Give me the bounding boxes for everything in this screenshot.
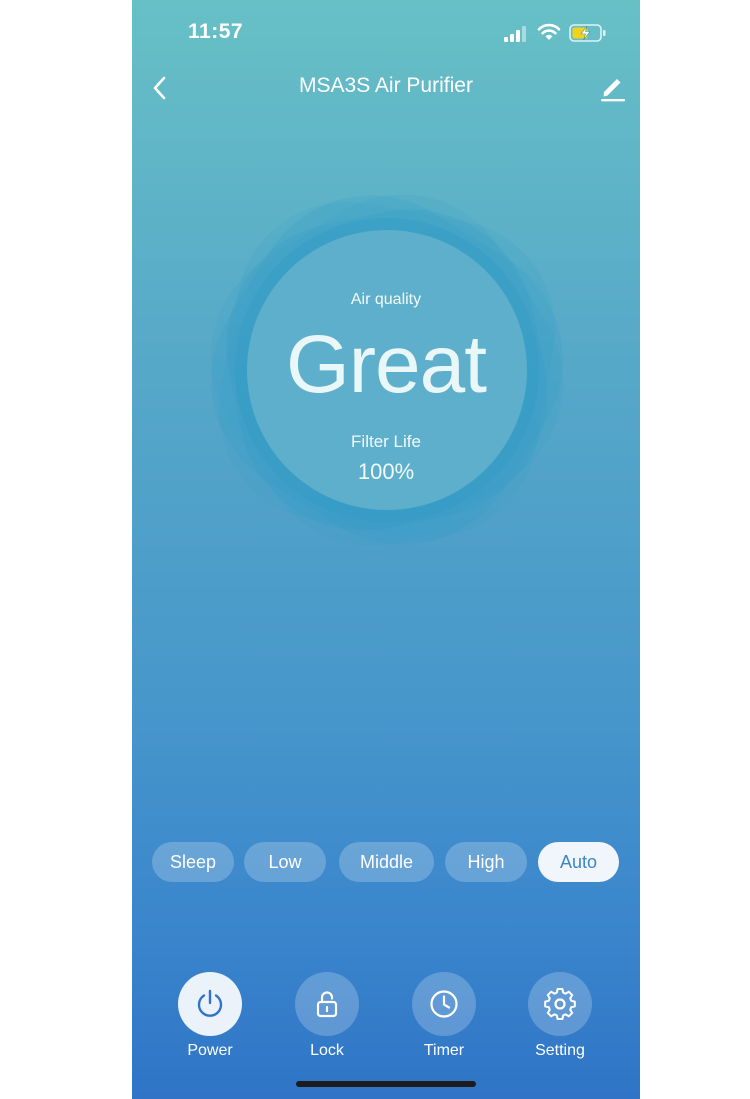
pencil-icon[interactable]	[598, 72, 628, 102]
power-label: Power	[187, 1042, 233, 1059]
setting-button-circle[interactable]	[528, 972, 592, 1036]
lock-button-circle[interactable]	[295, 972, 359, 1036]
app-screen: 11:57 MSA3S Air Purifier Air quality Gre…	[132, 0, 640, 1099]
mode-auto-button[interactable]: Auto	[538, 842, 619, 882]
wifi-icon	[537, 23, 561, 40]
nav-bar: MSA3S Air Purifier	[132, 66, 640, 110]
fan-mode-selector: Sleep Low Middle High Auto	[132, 842, 640, 884]
mode-low-button[interactable]: Low	[244, 842, 326, 882]
power-icon	[197, 989, 223, 1017]
bottom-controls: Power Lock Timer Setting	[132, 970, 640, 1070]
timer-label: Timer	[423, 1042, 465, 1059]
setting-button[interactable]: Setting	[510, 970, 610, 1060]
power-button-circle[interactable]	[178, 972, 242, 1036]
power-button[interactable]: Power	[160, 970, 260, 1060]
battery-charging-icon	[569, 24, 606, 42]
cellular-signal-icon	[504, 26, 526, 42]
page-title: MSA3S Air Purifier	[299, 74, 473, 97]
unlock-icon	[316, 991, 338, 1018]
mode-middle-button[interactable]: Middle	[339, 842, 434, 882]
lock-button[interactable]: Lock	[277, 970, 377, 1060]
filter-life-label: Filter Life	[351, 432, 421, 451]
lock-label: Lock	[310, 1042, 344, 1059]
timer-button-circle[interactable]	[412, 972, 476, 1036]
home-indicator[interactable]	[296, 1081, 476, 1087]
mode-high-button[interactable]: High	[445, 842, 527, 882]
gear-icon	[544, 988, 576, 1020]
air-quality-value: Great	[285, 319, 487, 410]
status-bar: 11:57	[132, 0, 640, 66]
mode-sleep-button[interactable]: Sleep	[152, 842, 234, 882]
clock-icon	[430, 990, 458, 1018]
filter-life-value: 100%	[357, 459, 415, 484]
status-time: 11:57	[188, 20, 244, 43]
setting-label: Setting	[535, 1042, 585, 1059]
timer-button[interactable]: Timer	[394, 970, 494, 1060]
air-quality-label: Air quality	[350, 291, 422, 308]
